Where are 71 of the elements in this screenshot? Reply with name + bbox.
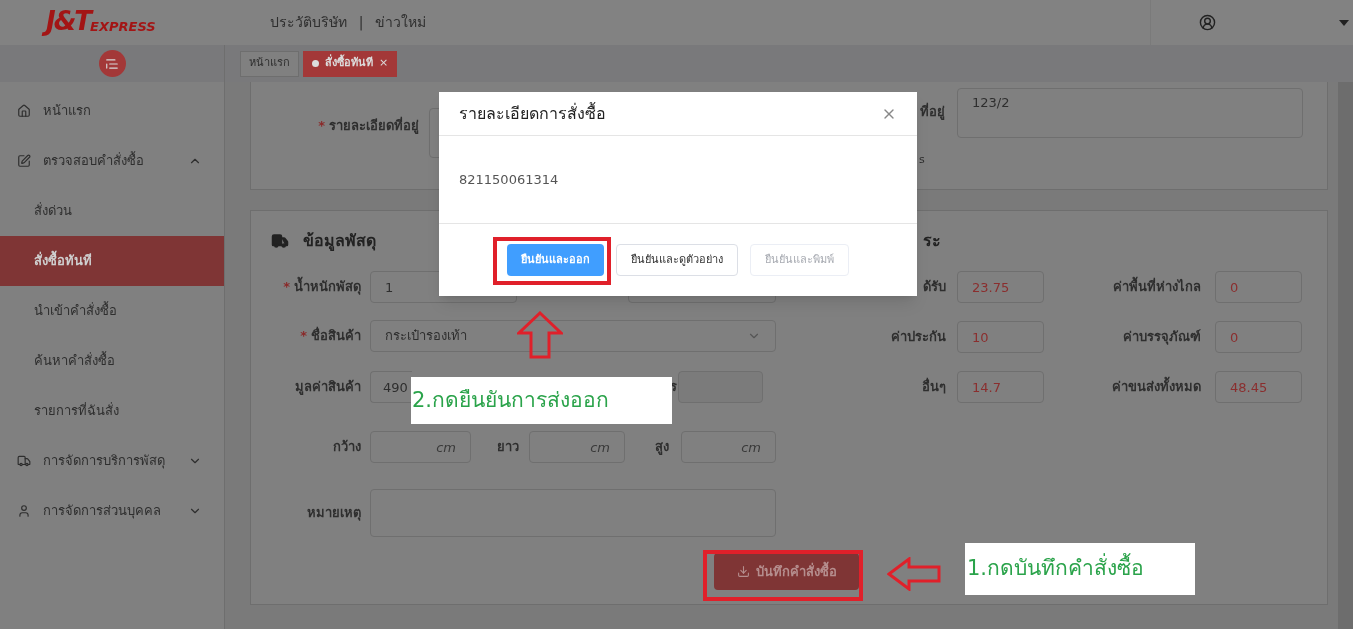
field-label: ค่าพื้นที่ห่างไกล [1044, 277, 1201, 297]
dialog-button[interactable]: ยืนยันและดูตัวอย่าง [616, 244, 738, 276]
field-label: มูลค่าสินค้า [294, 378, 361, 397]
logo[interactable]: J&TEXPRESS [42, 6, 162, 40]
input-field[interactable]: cm [529, 431, 625, 463]
menu-toggle-button[interactable] [98, 50, 126, 77]
save-icon [736, 565, 750, 578]
caret-icon[interactable] [1339, 19, 1349, 26]
sidebar-item[interactable]: การจัดการบริการพัสดุ [0, 436, 224, 486]
sidebar-item[interactable]: การจัดการส่วนบุคคล [0, 486, 224, 536]
field-label: ชื่อสินค้า [311, 326, 361, 346]
input-field[interactable]: 48.45 [1215, 371, 1302, 403]
field-label: อื่นๆ [921, 377, 946, 397]
input-field[interactable]: cm [681, 431, 776, 463]
order-number: 821150061314 [459, 170, 559, 189]
annotation-note: 1.กดบันทึกคำสั่งซื้อ [965, 543, 1195, 595]
dialog-title: รายละเอียดการสั่งซื้อ [459, 101, 606, 125]
field-label: กว้าง [332, 438, 361, 457]
required-mark: * [283, 278, 290, 297]
tab-label: สั่งซื้อทันที [325, 55, 373, 72]
annotation-note: 2.กดยืนยันการส่งออก [411, 377, 672, 424]
input-field[interactable]: cm [370, 431, 471, 463]
field-label: ยาว [496, 438, 519, 457]
user-avatar-icon[interactable] [1199, 14, 1216, 31]
menu-icon [105, 56, 119, 71]
user-icon [17, 504, 31, 518]
sidebar-item[interactable]: หน้าแรก [0, 86, 224, 136]
required-mark: * [300, 327, 307, 346]
dialog-button[interactable]: ยืนยันและพิมพ์ [750, 244, 849, 276]
sidebar-subitem[interactable]: สั่งซื้อทันที [0, 236, 224, 286]
save-order-button[interactable]: บันทึกคำสั่งซื้อ [714, 553, 859, 590]
input-field[interactable]: 0 [1215, 321, 1302, 353]
field-label: น้ำหนักพัสดุ [294, 277, 361, 297]
field-label: ด้รับ [922, 278, 946, 297]
nav-link[interactable]: ประวัติบริษัท [269, 12, 347, 33]
tab-close[interactable]: × [379, 55, 389, 72]
home-icon [17, 104, 31, 118]
sidebar-subitem[interactable]: รายการที่ฉันสั่ง [0, 386, 224, 436]
section-title: ระ [923, 230, 941, 252]
tab-label: หน้าแรก [249, 55, 290, 72]
truck-icon [269, 232, 291, 250]
input-field[interactable]: 10 [957, 321, 1044, 353]
dialog-button[interactable]: ยืนยันและออก [507, 244, 604, 276]
field-label: สูง [654, 438, 669, 457]
sidebar-subitem[interactable]: ค้นหาคำสั่งซื้อ [0, 336, 224, 386]
input-field[interactable]: 0 [1215, 271, 1302, 303]
sidebar-item[interactable]: ตรวจสอบคำสั่งซื้อ [0, 136, 224, 186]
input-field[interactable]: 23.75 [957, 271, 1044, 303]
sidebar-subitem[interactable]: นำเข้าคำสั่งซื้อ [0, 286, 224, 336]
truck-icon [17, 454, 31, 468]
left-arrow-icon [887, 557, 941, 591]
field-label: ค่าประกัน [890, 328, 946, 347]
edit-icon [17, 154, 31, 168]
nav-link[interactable]: ข่าวใหม่ [375, 12, 427, 33]
up-arrow-icon [517, 311, 563, 359]
field-label: ที่อยู่ [919, 102, 945, 122]
hint-text: s [919, 151, 926, 168]
field-label: หมายเหตุ [306, 504, 361, 523]
field-label: ค่าขนส่งทั้งหมด [1044, 377, 1201, 397]
input-field[interactable]: 14.7 [957, 371, 1044, 403]
sidebar-subitem[interactable]: สั่งด่วน [0, 186, 224, 236]
field-label: รายละเอียดที่อยู่ [329, 116, 419, 136]
field-label: ค่าบรรจุภัณฑ์ [1122, 328, 1201, 347]
tab[interactable]: หน้าแรก [240, 50, 299, 77]
required-mark: * [318, 117, 325, 135]
tab[interactable]: สั่งซื้อทันที × [303, 50, 398, 77]
product-select[interactable]: กระเป๋ารองเท้า [370, 320, 776, 352]
input-field[interactable]: 490 [370, 371, 412, 403]
address-field[interactable]: 123/2 [957, 88, 1303, 138]
section-title: ข้อมูลพัสดุ [303, 230, 376, 253]
nav-separator: | [358, 13, 364, 33]
